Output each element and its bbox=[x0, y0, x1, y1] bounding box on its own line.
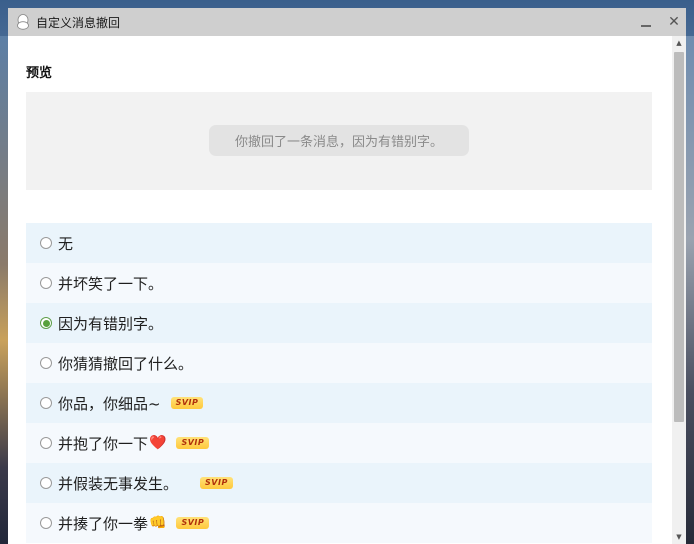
radio-unchecked-icon[interactable] bbox=[40, 357, 52, 369]
dialog-window: 自定义消息撤回 ✕ 预览 你撤回了一条消息，因为有错别字。 无并坏笑了一下。 因为… bbox=[8, 8, 686, 544]
radio-unchecked-icon[interactable] bbox=[40, 437, 52, 449]
qq-penguin-icon bbox=[17, 14, 29, 30]
preview-recall-bubble: 你撤回了一条消息，因为有错别字。 bbox=[209, 125, 469, 156]
title-bar[interactable]: 自定义消息撤回 ✕ bbox=[8, 8, 686, 36]
desktop-background-right bbox=[686, 36, 694, 544]
option-label: 无 bbox=[58, 234, 74, 253]
svip-badge: SVIP bbox=[170, 397, 204, 409]
recall-option-row[interactable]: 并假装无事发生。 SVIP bbox=[26, 463, 652, 503]
recall-option-list: 无并坏笑了一下。 因为有错别字。 你猜猜撤回了什么。 你品，你细品~ SVIP 并抱了你一… bbox=[26, 223, 652, 543]
option-label: 你品，你细品~ bbox=[58, 394, 161, 413]
radio-unchecked-icon[interactable] bbox=[40, 477, 52, 489]
svip-badge: SVIP bbox=[176, 437, 210, 449]
close-icon: ✕ bbox=[668, 14, 680, 30]
option-label: 你猜猜撤回了什么。 bbox=[58, 354, 194, 373]
recall-option-row[interactable]: 你品，你细品~ SVIP bbox=[26, 383, 652, 423]
recall-option-row[interactable]: 并揍了你一拳 👊 SVIP bbox=[26, 503, 652, 543]
radio-unchecked-icon[interactable] bbox=[40, 517, 52, 529]
radio-checked-icon[interactable] bbox=[40, 317, 52, 329]
option-label: 并假装无事发生。 bbox=[58, 474, 179, 493]
preview-heading: 预览 bbox=[26, 66, 53, 81]
radio-unchecked-icon[interactable] bbox=[40, 277, 52, 289]
option-label: 并揍了你一拳 bbox=[58, 514, 149, 533]
radio-unchecked-icon[interactable] bbox=[40, 397, 52, 409]
desktop-background-left bbox=[0, 36, 8, 544]
emoji-icon: 👊 bbox=[149, 515, 167, 531]
close-button[interactable]: ✕ bbox=[664, 12, 684, 32]
option-label: 并坏笑了一下。 bbox=[58, 274, 164, 293]
minimize-icon bbox=[641, 25, 651, 27]
option-label: 并抱了你一下 bbox=[58, 434, 149, 453]
vertical-scrollbar[interactable]: ▲ ▼ bbox=[672, 36, 686, 544]
option-label: 因为有错别字。 bbox=[58, 314, 164, 333]
scroll-down-arrow[interactable]: ▼ bbox=[672, 530, 686, 544]
recall-option-row[interactable]: 你猜猜撤回了什么。 bbox=[26, 343, 652, 383]
recall-option-row[interactable]: 并坏笑了一下。 bbox=[26, 263, 652, 303]
emoji-icon: ❤️ bbox=[149, 435, 167, 451]
minimize-button[interactable] bbox=[636, 12, 656, 32]
window-title: 自定义消息撤回 bbox=[36, 15, 121, 30]
svip-badge: SVIP bbox=[176, 517, 210, 529]
scroll-up-arrow[interactable]: ▲ bbox=[672, 36, 686, 50]
svip-badge: SVIP bbox=[200, 477, 233, 489]
recall-option-row[interactable]: 因为有错别字。 bbox=[26, 303, 652, 343]
preview-panel: 你撤回了一条消息，因为有错别字。 bbox=[26, 92, 652, 190]
recall-option-row[interactable]: 无 bbox=[26, 223, 652, 263]
recall-option-row[interactable]: 并抱了你一下 ❤️ SVIP bbox=[26, 423, 652, 463]
dialog-content: 预览 你撤回了一条消息，因为有错别字。 无并坏笑了一下。 因为有错别字。你猜猜撤回… bbox=[8, 36, 672, 544]
radio-unchecked-icon[interactable] bbox=[40, 237, 52, 249]
scrollbar-thumb[interactable] bbox=[674, 52, 684, 422]
